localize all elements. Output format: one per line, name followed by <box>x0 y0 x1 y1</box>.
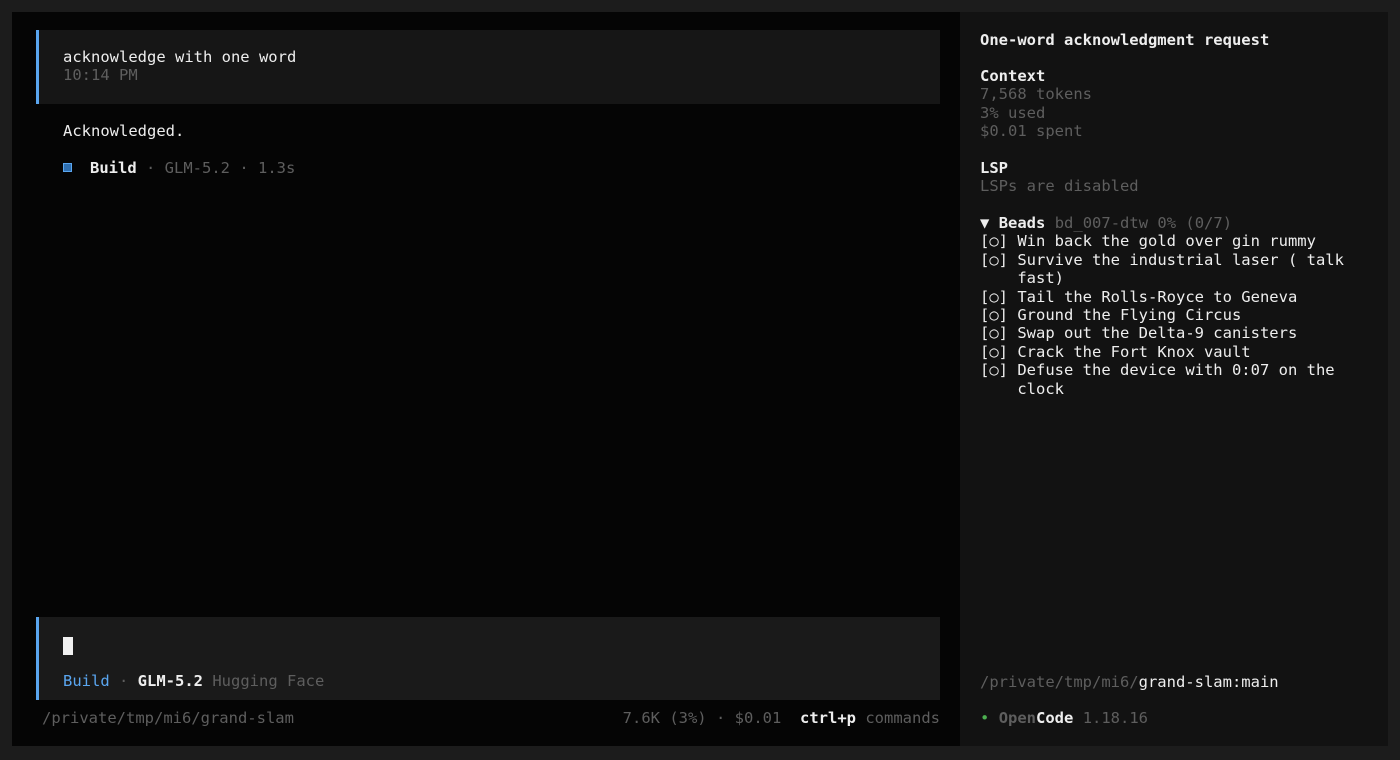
circle-checkbox-icon[interactable]: [○] <box>980 361 1008 398</box>
status-path: /private/tmp/mi6/grand-slam <box>42 709 294 727</box>
task-label: Defuse the device with 0:07 on the clock <box>1017 361 1335 398</box>
assistant-duration: 1.3s <box>258 159 296 177</box>
assistant-reply: Acknowledged. <box>63 122 185 140</box>
chat-panel: acknowledge with one word 10:14 PM Ackno… <box>12 12 960 746</box>
brand-code: Code <box>1036 709 1074 727</box>
version-number: 1.18.16 <box>1082 709 1149 727</box>
beads-percent: 0% <box>1157 214 1177 232</box>
task-label: Win back the gold over gin rummy <box>1017 232 1316 251</box>
beads-heading: Beads <box>998 214 1046 232</box>
task-item[interactable]: [○] Defuse the device with 0:07 on the c… <box>980 361 1347 398</box>
sidebar: One-word acknowledgment request Context … <box>960 12 1388 746</box>
task-item[interactable]: [○] Tail the Rolls-Royce to Geneva <box>980 288 1347 306</box>
workspace-path-prefix: /private/tmp/mi6/ <box>980 673 1139 691</box>
input-agent[interactable]: Build <box>63 672 110 690</box>
input-provider: Hugging Face <box>212 672 325 690</box>
task-label: Swap out the Delta-9 canisters <box>1017 324 1298 343</box>
user-message-time: 10:14 PM <box>63 66 138 84</box>
beads-section: ▼ Beads bd_007-dtw 0% (0/7) [○] Win back… <box>980 214 1347 398</box>
session-title: One-word acknowledgment request <box>980 31 1270 49</box>
shortcut-key[interactable]: ctrl+p <box>800 709 856 727</box>
beads-count: (0/7) <box>1185 214 1233 232</box>
task-item[interactable]: [○] Win back the gold over gin rummy <box>980 232 1347 250</box>
task-label: Survive the industrial laser ( talk fast… <box>1017 250 1344 288</box>
task-item[interactable]: [○] Ground the Flying Circus <box>980 306 1347 324</box>
input-model[interactable]: GLM-5.2 <box>138 672 203 690</box>
circle-checkbox-icon[interactable]: [○] <box>980 306 1008 324</box>
user-message: acknowledge with one word 10:14 PM <box>36 30 940 104</box>
task-label: Ground the Flying Circus <box>1017 306 1242 325</box>
task-item[interactable]: [○] Survive the industrial laser ( talk … <box>980 251 1347 288</box>
task-item[interactable]: [○] Swap out the Delta-9 canisters <box>980 324 1347 342</box>
status-usage: 7.6K (3%) <box>622 709 707 727</box>
circle-checkbox-icon[interactable]: [○] <box>980 232 1008 250</box>
beads-header[interactable]: ▼ Beads bd_007-dtw 0% (0/7) <box>980 214 1347 232</box>
brand-open: Open <box>998 709 1037 727</box>
build-square-icon <box>63 163 72 172</box>
text-cursor <box>63 637 73 655</box>
assistant-agent: Build <box>90 159 137 177</box>
circle-checkbox-icon[interactable]: [○] <box>980 251 1008 288</box>
beads-id: bd_007-dtw <box>1054 214 1149 232</box>
status-right: 7.6K (3%) · $0.01 ctrl+p commands <box>622 709 940 727</box>
lsp-section: LSP LSPs are disabled <box>980 159 1139 196</box>
app-window: acknowledge with one word 10:14 PM Ackno… <box>12 12 1388 746</box>
status-dot-icon: • <box>980 709 990 727</box>
workspace-branch: grand-slam:main <box>1138 673 1279 691</box>
user-message-text: acknowledge with one word <box>63 48 297 66</box>
task-label: Tail the Rolls-Royce to Geneva <box>1017 287 1298 306</box>
circle-checkbox-icon[interactable]: [○] <box>980 324 1008 342</box>
lsp-heading: LSP <box>980 159 1008 177</box>
context-tokens: 7,568 tokens <box>980 85 1092 104</box>
input-meta: Build · GLM-5.2 Hugging Face <box>63 672 325 690</box>
lsp-status: LSPs are disabled <box>980 177 1139 196</box>
context-used: 3% used <box>980 103 1046 122</box>
assistant-model: GLM-5.2 <box>164 159 230 177</box>
workspace-path: /private/tmp/mi6/grand-slam:main <box>980 673 1279 691</box>
context-section: Context 7,568 tokens 3% used $0.01 spent <box>980 67 1092 141</box>
collapse-triangle-icon[interactable]: ▼ <box>980 214 989 232</box>
circle-checkbox-icon[interactable]: [○] <box>980 343 1008 361</box>
context-heading: Context <box>980 67 1046 85</box>
shortcut-label: commands <box>865 709 940 727</box>
task-label: Crack the Fort Knox vault <box>1017 342 1251 361</box>
status-cost: $0.01 <box>734 709 782 727</box>
assistant-meta: Build · GLM-5.2 · 1.3s <box>63 159 295 177</box>
context-spent: $0.01 spent <box>980 122 1083 141</box>
task-item[interactable]: [○] Crack the Fort Knox vault <box>980 343 1347 361</box>
prompt-input[interactable]: Build · GLM-5.2 Hugging Face <box>36 617 940 700</box>
app-version: • OpenCode 1.18.16 <box>980 709 1148 727</box>
circle-checkbox-icon[interactable]: [○] <box>980 288 1008 306</box>
